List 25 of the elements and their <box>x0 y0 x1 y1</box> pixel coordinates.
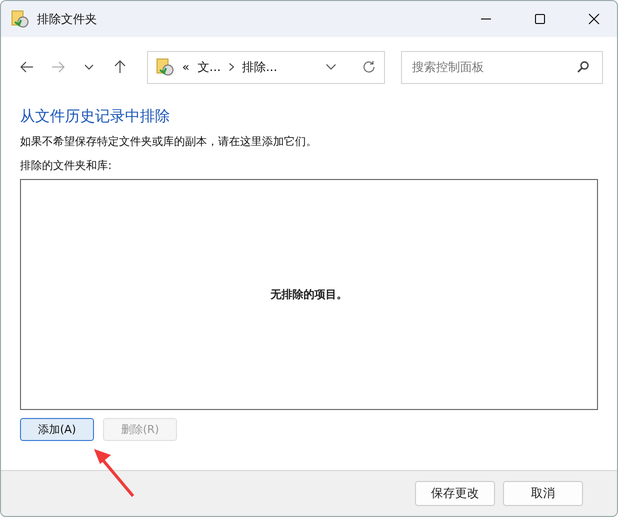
refresh-icon[interactable] <box>362 60 376 74</box>
description-text: 如果不希望保存特定文件夹或库的副本，请在这里添加它们。 <box>20 134 318 149</box>
file-history-folder-icon <box>11 10 29 28</box>
chevron-icon <box>228 63 234 71</box>
save-changes-button[interactable]: 保存更改 <box>415 481 495 506</box>
close-icon[interactable] <box>588 13 600 25</box>
add-button[interactable]: 添加(A) <box>20 418 94 441</box>
list-label: 排除的文件夹和库: <box>20 158 113 173</box>
empty-list-text: 无排除的项目。 <box>270 287 348 302</box>
chevron-down-icon[interactable] <box>84 64 94 70</box>
excluded-folders-list[interactable]: 无排除的项目。 <box>20 179 598 410</box>
address-bar[interactable]: « 文... 排除... <box>147 50 386 84</box>
dropdown-icon <box>326 64 336 70</box>
breadcrumb[interactable]: 文... <box>197 58 221 76</box>
search-icon <box>577 60 590 72</box>
search-field[interactable]: 搜索控制面板 <box>401 50 604 84</box>
window-title: 排除文件夹 <box>37 10 98 28</box>
back-arrow-icon[interactable] <box>20 61 34 73</box>
page-heading: 从文件历史记录中排除 <box>20 107 171 126</box>
overflow-chevron[interactable]: « <box>182 60 190 74</box>
breadcrumb[interactable]: 排除... <box>242 58 278 76</box>
file-history-folder-icon <box>156 58 174 76</box>
maximize-icon[interactable] <box>534 13 546 25</box>
up-arrow-icon[interactable] <box>114 60 126 74</box>
cancel-button[interactable]: 取消 <box>503 481 583 506</box>
